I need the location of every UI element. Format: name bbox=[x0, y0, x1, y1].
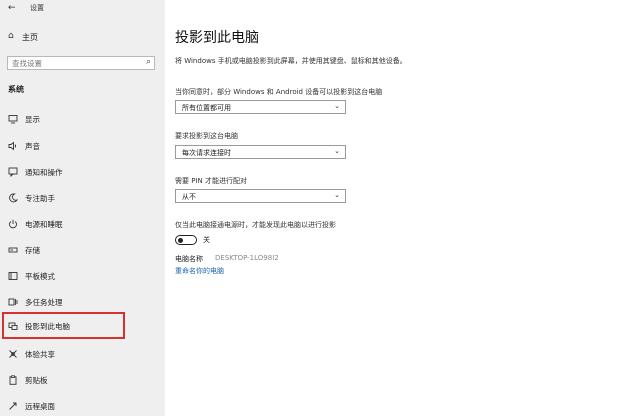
search-input[interactable] bbox=[8, 57, 132, 69]
sidebar-item-label: 剪贴板 bbox=[25, 376, 48, 385]
sidebar: ← 设置 ⌂ 主页 ⌕ 系统 显示 声音 通知和操作 专注助手 电源和睡眠 存储… bbox=[0, 0, 165, 416]
storage-icon bbox=[8, 247, 18, 253]
sidebar-item-tablet-mode[interactable]: 平板模式 bbox=[0, 268, 165, 286]
power-icon bbox=[9, 219, 17, 229]
rename-pc-link[interactable]: 重命名你的电脑 bbox=[175, 266, 224, 276]
pc-name-value: DESKTOP-1LO98I2 bbox=[215, 254, 279, 262]
sidebar-item-sound[interactable]: 声音 bbox=[0, 138, 165, 156]
pin-label: 需要 PIN 才能进行配对 bbox=[175, 177, 247, 185]
speaker-icon bbox=[8, 141, 17, 151]
app-title: 设置 bbox=[30, 4, 44, 12]
home-icon: ⌂ bbox=[8, 31, 14, 41]
sidebar-item-clipboard[interactable]: 剪贴板 bbox=[0, 372, 165, 390]
sidebar-item-label: 通知和操作 bbox=[25, 168, 63, 177]
sidebar-item-focus-assist[interactable]: 专注助手 bbox=[0, 190, 165, 208]
sidebar-item-remote-desktop[interactable]: 远程桌面 bbox=[0, 398, 165, 416]
sidebar-item-label: 多任务处理 bbox=[25, 298, 63, 307]
power-option-label: 仅当此电脑接通电源时，才能发现此电脑以进行投影 bbox=[175, 221, 336, 229]
availability-label: 当你同意时，部分 Windows 和 Android 设备可以投影到这台电脑 bbox=[175, 88, 383, 96]
sidebar-item-label: 显示 bbox=[25, 115, 40, 124]
main-panel: 投影到此电脑 将 Windows 手机或电脑投影到此屏幕，并使用其键盘、鼠标和其… bbox=[165, 0, 640, 416]
sidebar-item-multitasking[interactable]: 多任务处理 bbox=[0, 294, 165, 312]
pin-dropdown[interactable]: 从不 ⌄ bbox=[175, 189, 346, 203]
sidebar-item-label: 电源和睡眠 bbox=[25, 220, 63, 229]
clipboard-icon bbox=[9, 375, 17, 385]
toggle-state-label: 关 bbox=[203, 236, 210, 244]
moon-icon bbox=[9, 193, 18, 203]
page-description: 将 Windows 手机或电脑投影到此屏幕，并使用其键盘、鼠标和其他设备。 bbox=[175, 57, 407, 65]
chevron-down-icon: ⌄ bbox=[334, 147, 340, 155]
search-icon[interactable]: ⌕ bbox=[146, 57, 151, 67]
share-icon bbox=[9, 350, 17, 358]
sidebar-item-shared-experiences[interactable]: 体验共享 bbox=[0, 346, 165, 364]
multitask-icon bbox=[8, 298, 18, 306]
sidebar-item-label: 平板模式 bbox=[25, 272, 55, 281]
section-label: 系统 bbox=[8, 85, 24, 94]
dropdown-value: 每次请求连接时 bbox=[182, 149, 231, 157]
notification-icon bbox=[8, 167, 18, 177]
home-label: 主页 bbox=[22, 33, 38, 42]
request-dropdown[interactable]: 每次请求连接时 ⌄ bbox=[175, 145, 346, 159]
highlight-box bbox=[2, 312, 125, 339]
display-icon bbox=[8, 115, 18, 124]
sidebar-item-label: 专注助手 bbox=[25, 194, 55, 203]
sidebar-item-notifications[interactable]: 通知和操作 bbox=[0, 164, 165, 182]
pc-name-label: 电脑名称 bbox=[175, 255, 203, 263]
toggle-knob bbox=[178, 237, 183, 243]
tablet-icon bbox=[8, 272, 18, 280]
sidebar-item-label: 存储 bbox=[25, 246, 40, 255]
sidebar-item-label: 体验共享 bbox=[25, 350, 55, 359]
dropdown-value: 从不 bbox=[182, 193, 196, 201]
home-nav-item[interactable]: ⌂ 主页 bbox=[0, 31, 165, 45]
chevron-down-icon: ⌄ bbox=[334, 191, 340, 199]
power-toggle[interactable] bbox=[175, 235, 197, 245]
chevron-down-icon: ⌄ bbox=[334, 102, 340, 110]
sidebar-item-label: 远程桌面 bbox=[25, 402, 55, 411]
sidebar-item-label: 声音 bbox=[25, 142, 40, 151]
sidebar-item-display[interactable]: 显示 bbox=[0, 111, 165, 129]
request-label: 要求投影到这台电脑 bbox=[175, 132, 238, 140]
search-box[interactable]: ⌕ bbox=[7, 56, 155, 70]
sidebar-item-storage[interactable]: 存储 bbox=[0, 242, 165, 260]
remote-desktop-icon bbox=[9, 402, 17, 410]
back-arrow-icon[interactable]: ← bbox=[8, 3, 16, 13]
title-bar: ← 设置 bbox=[0, 0, 165, 16]
page-title: 投影到此电脑 bbox=[175, 30, 259, 46]
dropdown-value: 所有位置都可用 bbox=[182, 104, 231, 112]
sidebar-item-power-sleep[interactable]: 电源和睡眠 bbox=[0, 216, 165, 234]
availability-dropdown[interactable]: 所有位置都可用 ⌄ bbox=[175, 100, 346, 114]
